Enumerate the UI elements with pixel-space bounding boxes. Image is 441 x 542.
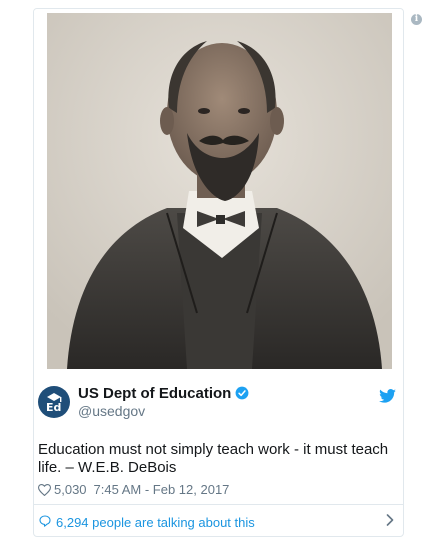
heart-icon[interactable] [38, 483, 51, 496]
speech-bubble-icon [39, 515, 51, 527]
verified-badge-icon [235, 386, 249, 400]
author-name[interactable]: US Dept of Education [78, 385, 249, 402]
talking-about-text[interactable]: 6,294 people are talking about this [56, 515, 255, 530]
tweet-timestamp[interactable]: 7:45 AM - Feb 12, 2017 [94, 482, 230, 497]
portrait-photo[interactable] [47, 13, 392, 369]
chevron-right-icon[interactable] [386, 514, 394, 526]
tweet-header: Ed US Dept of Education @usedgov [34, 377, 403, 427]
tweet-media[interactable] [34, 9, 403, 371]
like-count[interactable]: 5,030 [54, 482, 87, 497]
author-handle[interactable]: @usedgov [78, 403, 145, 419]
tweet-text: Education must not simply teach work - i… [38, 441, 389, 476]
avatar[interactable]: Ed [38, 386, 70, 418]
info-icon[interactable]: i [411, 14, 422, 25]
tweet-meta: 5,030 7:45 AM - Feb 12, 2017 [38, 482, 229, 497]
talking-about-link[interactable]: 6,294 people are talking about this [34, 505, 403, 536]
twitter-bird-icon[interactable] [379, 389, 396, 403]
embedded-tweet-card: Ed US Dept of Education @usedgov Educati… [33, 8, 404, 537]
svg-text:Ed: Ed [46, 401, 61, 414]
author-name-text[interactable]: US Dept of Education [78, 385, 231, 402]
